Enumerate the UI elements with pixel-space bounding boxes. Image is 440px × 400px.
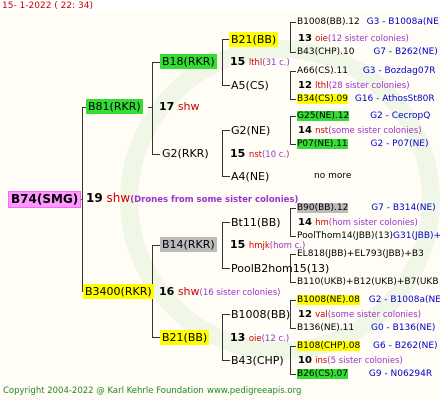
root-info: 19 shw(Drones from some sister colonies) <box>86 191 298 208</box>
gen4-row-1[interactable]: B1008(BB).12 G3 - B1008a(NE) <box>297 17 440 28</box>
dds-code: val <box>315 310 328 320</box>
footer-site-link[interactable]: www.pedigreeapis.org <box>207 386 301 396</box>
dam-queen[interactable]: B3400(RKR) <box>83 284 154 299</box>
ddd-code: ins <box>315 356 328 366</box>
sds-info: 14 nst(some sister colonies) <box>298 123 422 139</box>
sd-code: nst <box>248 150 262 160</box>
sire-num: 17 <box>159 100 175 113</box>
ssd-info: 12 lthl(28 sister colonies) <box>298 78 410 94</box>
gen4-row-7[interactable]: B90(BB).12 G7 - B314(NE) <box>297 203 436 214</box>
ss-info: 15 lthl(31 c.) <box>230 54 290 71</box>
gen4-row-14[interactable]: B26(CS).07 G9 - N06294R <box>297 369 432 380</box>
dds-info: 12 val(some sister colonies) <box>298 307 421 323</box>
ss-queen[interactable]: B18(RKR) <box>160 54 217 69</box>
sds-queen[interactable]: G2(NE) <box>229 123 272 138</box>
dsd-queen[interactable]: PoolB2hom15(13) <box>229 261 331 276</box>
sire-queen[interactable]: B81(RKR) <box>86 99 143 114</box>
dss-note: (hom sister colonies) <box>328 218 418 228</box>
gen4-row-9[interactable]: EL818(JBB)+EL793(JBB)+B3 <box>297 249 424 260</box>
dds-num: 12 <box>298 309 312 320</box>
sd-num: 15 <box>230 147 246 160</box>
gen4-row-5[interactable]: G25(NE).12 G2 - CecropQ <box>297 111 430 122</box>
dam-note: (16 sister colonies) <box>199 288 281 298</box>
dam-code: shw <box>177 285 200 298</box>
sd-info: 15 nst(10 c.) <box>230 146 290 163</box>
sds-note: (some sister colonies) <box>328 126 422 136</box>
root-queen[interactable]: B74(SMG) <box>8 191 82 208</box>
dds-queen[interactable]: B1008(BB) <box>229 307 292 322</box>
gen4-row-10[interactable]: B110(UKB)+B12(UKB)+B7(UKB <box>297 277 439 288</box>
ssd-num: 12 <box>298 80 312 91</box>
dss-queen[interactable]: Bt11(BB) <box>229 215 283 230</box>
dss-num: 14 <box>298 217 312 228</box>
root-note: (Drones from some sister colonies) <box>130 195 299 205</box>
ssd-code: lthl <box>315 81 329 91</box>
gen4-row-13[interactable]: B108(CHP).08 G6 - B262(NE) <box>297 341 438 352</box>
sss-num: 13 <box>298 33 312 44</box>
ss-num: 15 <box>230 55 246 68</box>
gen4-row-8[interactable]: PoolThom14(JBB)(13)G31(JBB)+B <box>297 231 440 242</box>
ss-code: lthl <box>248 58 263 68</box>
sss-info: 13 oie(12 sister colonies) <box>298 31 409 47</box>
sds-num: 14 <box>298 125 312 136</box>
sdd-none: no more <box>314 171 352 181</box>
sd-note: (10 c.) <box>261 150 290 160</box>
ds-queen[interactable]: B14(RKR) <box>160 237 217 252</box>
ddd-num: 10 <box>298 355 312 366</box>
header-timestamp: 15- 1-2022 ( 22: 34) <box>2 1 93 11</box>
gen4-row-12[interactable]: B136(NE).11 G0 - B136(NE) <box>297 323 435 334</box>
dd-code: oie <box>248 334 262 344</box>
ddd-info: 10 ins(5 sister colonies) <box>298 353 403 369</box>
sd-queen[interactable]: G2(RKR) <box>160 146 211 161</box>
dd-num: 13 <box>230 331 246 344</box>
sds-code: nst <box>315 126 329 136</box>
gen4-row-4[interactable]: B34(CS).09 G16 - AthosSt80R <box>297 94 435 105</box>
gen4-row-3[interactable]: A66(CS).11 G3 - Bozdag07R <box>297 66 436 77</box>
dd-queen[interactable]: B21(BB) <box>160 330 210 345</box>
sss-note: (12 sister colonies) <box>327 34 409 44</box>
dss-info: 14 hm(hom sister colonies) <box>298 215 418 231</box>
ds-info: 15 hmjk(hom c.) <box>230 237 305 254</box>
dam-num: 16 <box>159 285 175 298</box>
ds-code: hmjk <box>248 241 270 251</box>
pedigree-page: 15- 1-2022 ( 22: 34) B74(SMG) 19 shw(Dro… <box>0 0 440 400</box>
dss-code: hm <box>315 218 329 228</box>
gen4-row-11[interactable]: B1008(NE).08 G2 - B1008a(NE) <box>297 295 440 306</box>
ssd-queen[interactable]: A5(CS) <box>229 78 271 93</box>
ddd-queen[interactable]: B43(CHP) <box>229 353 286 368</box>
dam-info: 16 shw(16 sister colonies) <box>159 284 281 301</box>
ss-note: (31 c.) <box>262 58 290 68</box>
sire-code: shw <box>177 100 200 113</box>
sdd-queen[interactable]: A4(NE) <box>229 169 271 184</box>
dd-info: 13 oie(12 c.) <box>230 330 289 347</box>
root-code: shw <box>106 191 131 205</box>
dd-note: (12 c.) <box>261 334 290 344</box>
sire-info: 17 shw <box>159 99 200 114</box>
gen4-row-6[interactable]: P07(NE).11 G2 - P07(NE) <box>297 139 429 150</box>
ssd-note: (28 sister colonies) <box>328 81 410 91</box>
sss-queen[interactable]: B21(BB) <box>229 32 279 47</box>
footer-copyright: Copyright 2004-2022 @ Karl Kehrle Founda… <box>3 386 204 396</box>
sss-code: oie <box>315 34 328 44</box>
ds-num: 15 <box>230 238 246 251</box>
root-num: 19 <box>86 191 103 205</box>
gen4-row-2[interactable]: B43(CHP).10 G7 - B262(NE) <box>297 47 438 58</box>
ddd-note: (5 sister colonies) <box>327 356 403 366</box>
dds-note: (some sister colonies) <box>327 310 422 320</box>
